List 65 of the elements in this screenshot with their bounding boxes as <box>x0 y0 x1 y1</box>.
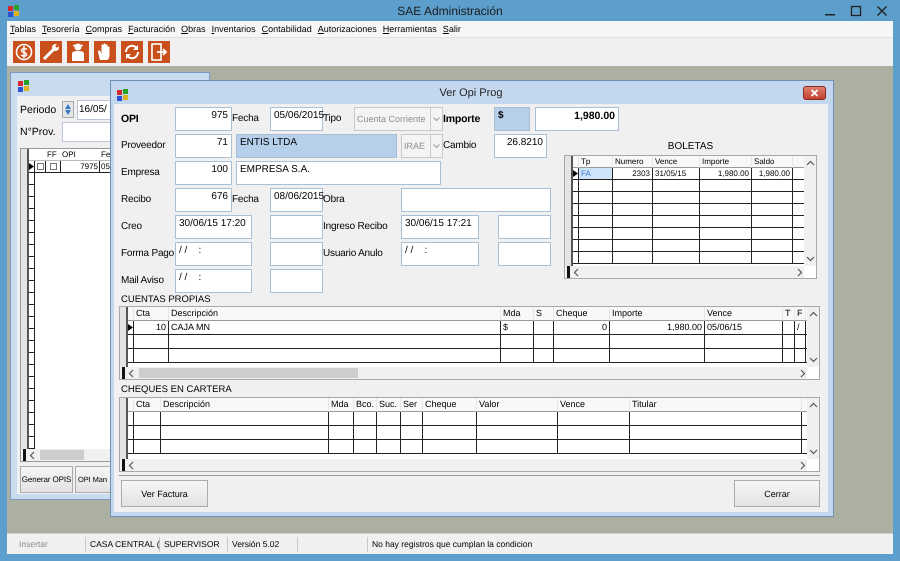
status-text: Insertar <box>10 536 86 552</box>
column-header: S <box>534 307 554 321</box>
field-label: Cambio <box>443 140 478 151</box>
column-header: Tp <box>579 156 613 168</box>
field-label: Forma Pago <box>121 248 175 259</box>
section-title: CUENTAS PROPIAS <box>120 294 211 306</box>
field-label: Fecha <box>232 113 260 124</box>
column-header: Mda <box>329 398 354 412</box>
column-header: FF <box>46 149 61 161</box>
table-cell: 2303 <box>613 168 653 180</box>
table-cell: $ <box>501 321 534 335</box>
field-label: Usuario Anulo <box>323 248 384 259</box>
column-header: Descripción <box>169 307 501 321</box>
field-label: Proveedor <box>121 140 166 151</box>
column-header: F <box>795 307 806 321</box>
table-cell: 1,980.00 <box>752 168 793 180</box>
column-header: Cheque <box>554 307 610 321</box>
column-header: T <box>783 307 795 321</box>
status-text: CASA CENTRAL ( <box>86 536 160 552</box>
field-label: Recibo <box>121 194 152 205</box>
table-cell: CAJA MN <box>169 321 501 335</box>
field-label: OPI <box>121 112 140 124</box>
dialog-title: Ver Opi Prog <box>440 86 502 98</box>
column-header: Numero <box>613 156 653 168</box>
column-header: Ser <box>401 398 423 412</box>
table-cell: 1,980.00 <box>700 168 752 180</box>
column-header: Saldo <box>752 156 793 168</box>
status-text: SUPERVISOR <box>160 536 228 552</box>
column-header: Vence <box>558 398 630 412</box>
table-cell: FA <box>579 168 613 180</box>
table-cell: 10 <box>134 321 169 335</box>
column-header: Vence <box>705 307 783 321</box>
column-header: Cta <box>134 398 161 412</box>
window-title: SAE Administración <box>397 4 503 18</box>
column-header: Cta <box>134 307 169 321</box>
field-label: Mail Aviso <box>121 275 165 286</box>
section-title: BOLETAS <box>668 140 714 154</box>
field-label: Importe <box>443 112 482 124</box>
section-title: CHEQUES EN CARTERA <box>120 383 232 397</box>
field-label: Periodo <box>20 104 58 116</box>
field-label: Ingreso Recibo <box>323 221 388 232</box>
field-label: Creo <box>121 221 143 232</box>
table-cell: 05/06/15 <box>705 321 783 335</box>
column-header: Mda <box>501 307 534 321</box>
column-header: Vence <box>653 156 700 168</box>
column-header: Valor <box>477 398 558 412</box>
table-cell: 31/05/15 <box>653 168 700 180</box>
field-label: Fecha <box>232 194 260 205</box>
column-header: Cheque <box>423 398 477 412</box>
column-header: Importe <box>700 156 752 168</box>
column-header: Bco. <box>354 398 377 412</box>
status-text: No hay registros que cumplan la condicion <box>371 538 534 551</box>
table-cell: 0 <box>554 321 610 335</box>
column-header: OPI <box>61 149 100 161</box>
table-cell: 1,980.00 <box>610 321 705 335</box>
field-label: N°Prov. <box>20 126 57 138</box>
column-header: Titular <box>630 398 802 412</box>
column-header: Suc. <box>377 398 401 412</box>
table-cell: 7975 <box>61 161 100 173</box>
table-cell: / <box>795 321 806 335</box>
column-header: Descripción <box>161 398 329 412</box>
field-label: Tipo <box>323 113 342 124</box>
column-header: Importe <box>610 307 705 321</box>
status-text: Versión 5.02 <box>228 536 298 552</box>
field-label: Obra <box>323 194 346 205</box>
